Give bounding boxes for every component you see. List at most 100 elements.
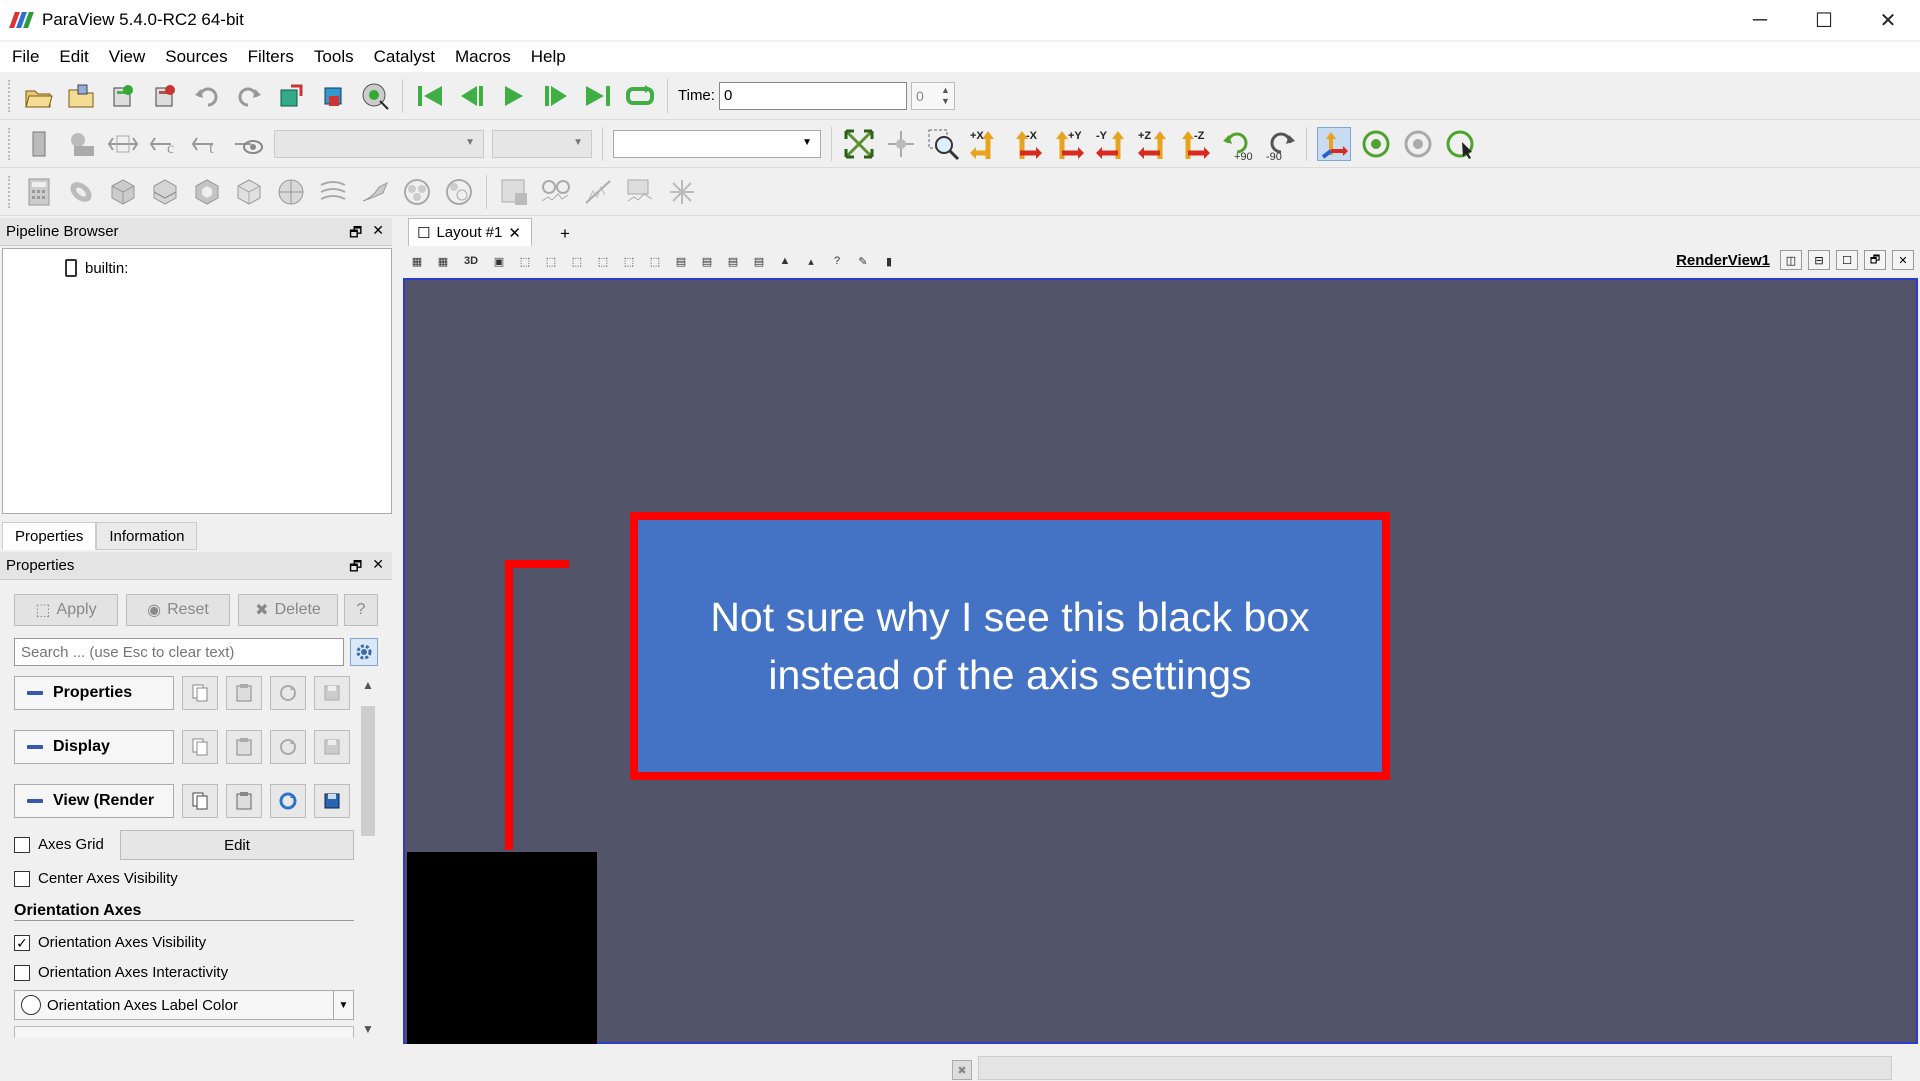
calculator-icon[interactable] [22, 175, 56, 209]
color-by-combo[interactable]: ▼ [274, 129, 484, 158]
delete-button[interactable]: ✖ Delete [238, 594, 338, 626]
extract-subset-icon[interactable] [232, 175, 266, 209]
select-blocks-icon[interactable]: ▤ [672, 252, 690, 270]
rescale-visible-range-icon[interactable] [232, 127, 266, 161]
undo-icon[interactable] [190, 79, 224, 113]
reset-camera-icon[interactable] [842, 127, 876, 161]
toggle-color-legend-icon[interactable] [22, 127, 56, 161]
reset-center-icon[interactable] [1401, 127, 1435, 161]
scroll-down-icon[interactable]: ▼ [362, 1022, 374, 1036]
copy-icon[interactable] [182, 784, 218, 818]
tab-layout-1[interactable]: ☐ Layout #1 ✕ [408, 218, 532, 246]
axes-grid-checkbox[interactable] [14, 836, 30, 853]
representation-combo[interactable]: ▼ [613, 129, 821, 158]
close-panel-icon[interactable]: ✕ [372, 556, 384, 580]
add-layout-tab-button[interactable]: + [546, 222, 584, 246]
orientation-axes-label-color-button[interactable]: Orientation Axes Label Color ▼ [14, 990, 354, 1020]
close-view-icon[interactable]: ✕ [1892, 250, 1914, 270]
paste-icon[interactable] [226, 784, 262, 818]
save-defaults-icon[interactable] [314, 730, 350, 764]
render-view-label[interactable]: RenderView1 [1676, 252, 1770, 269]
first-frame-icon[interactable] [413, 79, 447, 113]
rotate-minus-90-icon[interactable]: -90 [1262, 127, 1296, 161]
select-cells-polygon-icon[interactable]: ⬚ [620, 252, 638, 270]
disconnect-icon[interactable] [148, 79, 182, 113]
edit-color-map-icon[interactable] [64, 127, 98, 161]
view-plus-y-icon[interactable]: +Y [1052, 127, 1086, 161]
contour-icon[interactable] [64, 175, 98, 209]
save-state-icon[interactable] [64, 79, 98, 113]
threshold-icon[interactable] [190, 175, 224, 209]
open-file-icon[interactable] [22, 79, 56, 113]
last-frame-icon[interactable] [581, 79, 615, 113]
restore-defaults-icon[interactable] [270, 784, 306, 818]
component-combo[interactable]: ▼ [492, 129, 592, 158]
float-panel-icon[interactable]: 🗗 [349, 556, 362, 580]
properties-scrollbar[interactable]: ▲ ▼ [358, 676, 378, 1038]
view-plus-x-icon[interactable]: +X [968, 127, 1002, 161]
close-tab-icon[interactable]: ✕ [508, 224, 521, 242]
pick-center-point-icon[interactable] [1443, 127, 1477, 161]
extract-level-icon[interactable] [442, 175, 476, 209]
float-view-icon[interactable]: 🗗 [1864, 250, 1886, 270]
group-datasets-icon[interactable] [400, 175, 434, 209]
section-view-toggle[interactable]: View (Render [14, 784, 174, 818]
close-button[interactable]: ✕ [1856, 0, 1920, 40]
select-cells-on-icon[interactable]: ⬚ [516, 252, 534, 270]
interactive-select-points-icon[interactable]: ▤ [724, 252, 742, 270]
split-horizontal-view-icon[interactable]: ◫ [1780, 250, 1802, 270]
menu-catalyst[interactable]: Catalyst [374, 47, 435, 67]
copy-icon[interactable] [182, 676, 218, 710]
select-cells-through-icon[interactable]: ⬚ [568, 252, 586, 270]
plot-selection-icon[interactable] [581, 175, 615, 209]
hover-cells-icon[interactable]: ? [828, 252, 846, 270]
grow-selection-icon[interactable]: ▲ [776, 252, 794, 270]
section-properties-toggle[interactable]: Properties [14, 676, 174, 710]
float-panel-icon[interactable]: 🗗 [349, 222, 362, 246]
menu-view[interactable]: View [109, 47, 146, 67]
stream-tracer-icon[interactable] [316, 175, 350, 209]
status-clear-icon[interactable]: ✖ [952, 1060, 972, 1080]
properties-search-input[interactable] [14, 638, 344, 666]
clear-selection-icon[interactable]: ▮ [880, 252, 898, 270]
show-center-icon[interactable] [1359, 127, 1393, 161]
maximize-view-icon[interactable]: ☐ [1836, 250, 1858, 270]
tab-information[interactable]: Information [96, 522, 198, 550]
loop-icon[interactable] [623, 79, 657, 113]
menu-sources[interactable]: Sources [165, 47, 227, 67]
view-minus-z-icon[interactable]: -Z [1178, 127, 1212, 161]
save-defaults-icon[interactable] [314, 784, 350, 818]
restore-defaults-icon[interactable] [270, 730, 306, 764]
menu-edit[interactable]: Edit [59, 47, 88, 67]
spin-arrows-icon[interactable]: ▲ ▼ [941, 85, 950, 107]
split-vertical-view-icon[interactable]: ⊟ [1808, 250, 1830, 270]
shrink-selection-icon[interactable]: ▴ [802, 252, 820, 270]
slice-icon[interactable] [148, 175, 182, 209]
show-orientation-axes-icon[interactable] [1317, 126, 1351, 161]
particle-tracer-icon[interactable] [665, 175, 699, 209]
maximize-button[interactable]: ☐ [1792, 0, 1856, 40]
tab-properties[interactable]: Properties [2, 522, 97, 550]
previous-frame-icon[interactable] [455, 79, 489, 113]
scrollbar-thumb[interactable] [361, 706, 375, 836]
minimize-button[interactable]: ─ [1728, 0, 1792, 40]
apply-button[interactable]: ⬚ Apply [14, 594, 118, 626]
zoom-to-box-icon[interactable] [926, 127, 960, 161]
rescale-custom-range-icon[interactable]: c [148, 127, 182, 161]
splitter-a-icon[interactable] [497, 175, 531, 209]
connect-icon[interactable] [106, 79, 140, 113]
glyph-icon[interactable] [274, 175, 308, 209]
plot-data-icon[interactable] [623, 175, 657, 209]
select-points-through-icon[interactable]: ⬚ [594, 252, 612, 270]
advanced-settings-gear-icon[interactable] [350, 638, 378, 666]
edit-selection-icon[interactable]: ✎ [854, 252, 872, 270]
section-display-toggle[interactable]: Display [14, 730, 174, 764]
rotate-plus-90-icon[interactable]: +90 [1220, 127, 1254, 161]
reset-button[interactable]: ◉ Reset [126, 594, 230, 626]
redo-icon[interactable] [232, 79, 266, 113]
split-vertical-icon[interactable]: ▦ [434, 252, 452, 270]
camera-redo-icon[interactable] [316, 79, 350, 113]
toolbar-grip[interactable] [8, 127, 12, 160]
pipeline-browser[interactable]: builtin: [2, 248, 392, 514]
split-horizontal-icon[interactable]: ▦ [408, 252, 426, 270]
